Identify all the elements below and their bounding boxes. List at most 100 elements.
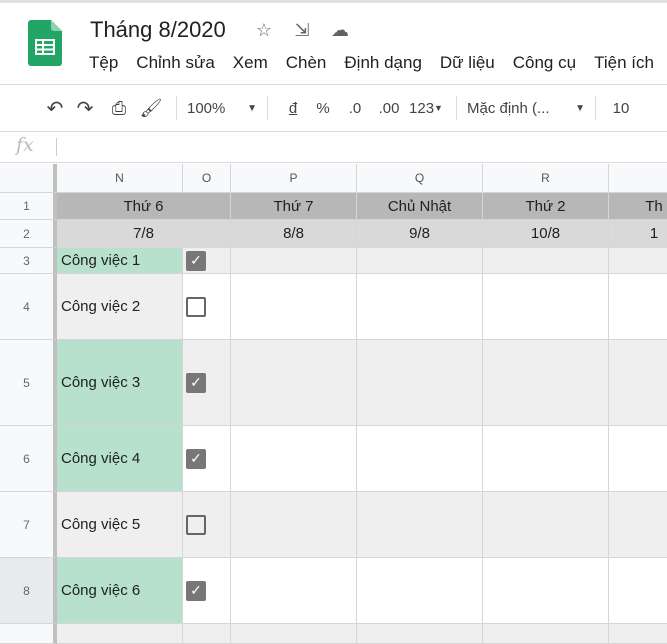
date-header[interactable]: 10/8 [483,220,609,248]
row-header[interactable]: 3 [0,248,57,274]
row-header[interactable] [0,624,57,644]
checkbox-cell[interactable]: ✓ [183,558,231,624]
row-header[interactable]: 2 [0,220,57,248]
font-size-select[interactable]: 10 [606,93,636,123]
cell[interactable] [609,274,667,340]
cell[interactable] [483,558,609,624]
date-header[interactable]: 7/8 [57,220,231,248]
cell[interactable] [183,624,231,644]
menu-format[interactable]: Định dạng [344,53,422,73]
menu-data[interactable]: Dữ liệu [440,53,495,73]
cell[interactable] [483,426,609,492]
cell[interactable] [357,248,483,274]
cell[interactable] [231,624,357,644]
cell[interactable] [609,426,667,492]
checkbox-cell[interactable] [183,492,231,558]
menu-tools[interactable]: Công cụ [513,53,576,73]
row-header[interactable]: 1 [0,193,57,220]
task-cell[interactable]: Công việc 1 [57,248,183,274]
zoom-select[interactable]: 100% ▼ [187,93,257,123]
cell[interactable] [231,248,357,274]
checkbox-cell[interactable]: ✓ [183,426,231,492]
select-all-corner[interactable] [0,164,57,193]
checkbox-cell[interactable] [183,274,231,340]
cell[interactable] [483,624,609,644]
task-cell[interactable]: Công việc 5 [57,492,183,558]
column-header[interactable]: Q [357,164,483,193]
cell[interactable] [357,558,483,624]
document-title[interactable]: Tháng 8/2020 [90,17,226,43]
font-select[interactable]: Mặc định (... ▼ [467,93,585,123]
cell[interactable] [483,492,609,558]
menu-file[interactable]: Tệp [89,53,118,73]
column-header[interactable]: O [183,164,231,193]
cell[interactable] [231,558,357,624]
checkbox-cell[interactable]: ✓ [183,340,231,426]
more-formats-button[interactable]: 123 ▼ [406,93,446,123]
cell[interactable] [357,624,483,644]
cell[interactable] [483,340,609,426]
cell[interactable] [231,340,357,426]
cell[interactable] [609,340,667,426]
percent-button[interactable]: % [308,93,338,123]
row-header[interactable]: 5 [0,340,57,426]
cell[interactable] [609,624,667,644]
star-icon[interactable]: ☆ [253,20,275,41]
checkbox-checked[interactable]: ✓ [186,580,206,601]
cell[interactable] [231,492,357,558]
cell[interactable] [357,340,483,426]
undo-icon[interactable]: ↶ [42,93,68,123]
day-header[interactable]: Chủ Nhật [357,193,483,220]
task-cell[interactable]: Công việc 6 [57,558,183,624]
paint-format-icon[interactable]: 🖌 [136,93,166,123]
menu-view[interactable]: Xem [233,53,268,73]
cell[interactable] [483,274,609,340]
cell[interactable] [357,426,483,492]
cell[interactable] [231,426,357,492]
cell[interactable] [357,492,483,558]
column-header[interactable]: P [231,164,357,193]
decrease-decimal-button[interactable]: .0 [338,93,372,123]
move-folder-icon[interactable]: ⇲ [291,20,313,41]
checkbox-unchecked[interactable] [186,514,206,535]
cell[interactable] [231,274,357,340]
cell[interactable] [483,248,609,274]
day-header[interactable]: Thứ 6 [57,193,231,220]
row-header[interactable]: 6 [0,426,57,492]
cell[interactable] [357,274,483,340]
date-header[interactable]: 9/8 [357,220,483,248]
task-cell[interactable]: Công việc 4 [57,426,183,492]
increase-decimal-button[interactable]: .00 [372,93,406,123]
cell[interactable] [609,248,667,274]
row-header[interactable]: 4 [0,274,57,340]
cell[interactable] [57,624,183,644]
cell[interactable] [609,558,667,624]
column-header[interactable]: N [57,164,183,193]
checkbox-checked[interactable]: ✓ [186,372,206,393]
redo-icon[interactable]: ↷ [68,93,102,123]
day-header[interactable]: Th [609,193,667,220]
cell[interactable] [609,492,667,558]
date-header[interactable]: 8/8 [231,220,357,248]
day-header[interactable]: Thứ 2 [483,193,609,220]
currency-button[interactable]: đ [278,93,308,123]
print-icon[interactable]: ⎙ [102,93,136,123]
menu-insert[interactable]: Chèn [286,53,327,73]
row-header[interactable]: 8 [0,558,57,624]
checkbox-cell[interactable]: ✓ [183,248,231,274]
checkbox-checked[interactable]: ✓ [186,448,206,469]
chevron-down-icon: ▼ [247,102,257,114]
menu-edit[interactable]: Chỉnh sửa [136,53,214,73]
date-header[interactable]: 1 [609,220,667,248]
checkbox-checked[interactable]: ✓ [186,250,206,271]
checkbox-unchecked[interactable] [186,296,206,317]
day-header[interactable]: Thứ 7 [231,193,357,220]
column-header[interactable]: R [483,164,609,193]
formula-input[interactable] [64,131,667,163]
row-header[interactable]: 7 [0,492,57,558]
task-cell[interactable]: Công việc 2 [57,274,183,340]
cloud-saved-icon[interactable]: ☁ [329,20,351,41]
task-cell[interactable]: Công việc 3 [57,340,183,426]
column-header[interactable] [609,164,667,193]
menu-addons[interactable]: Tiện ích [594,53,654,73]
